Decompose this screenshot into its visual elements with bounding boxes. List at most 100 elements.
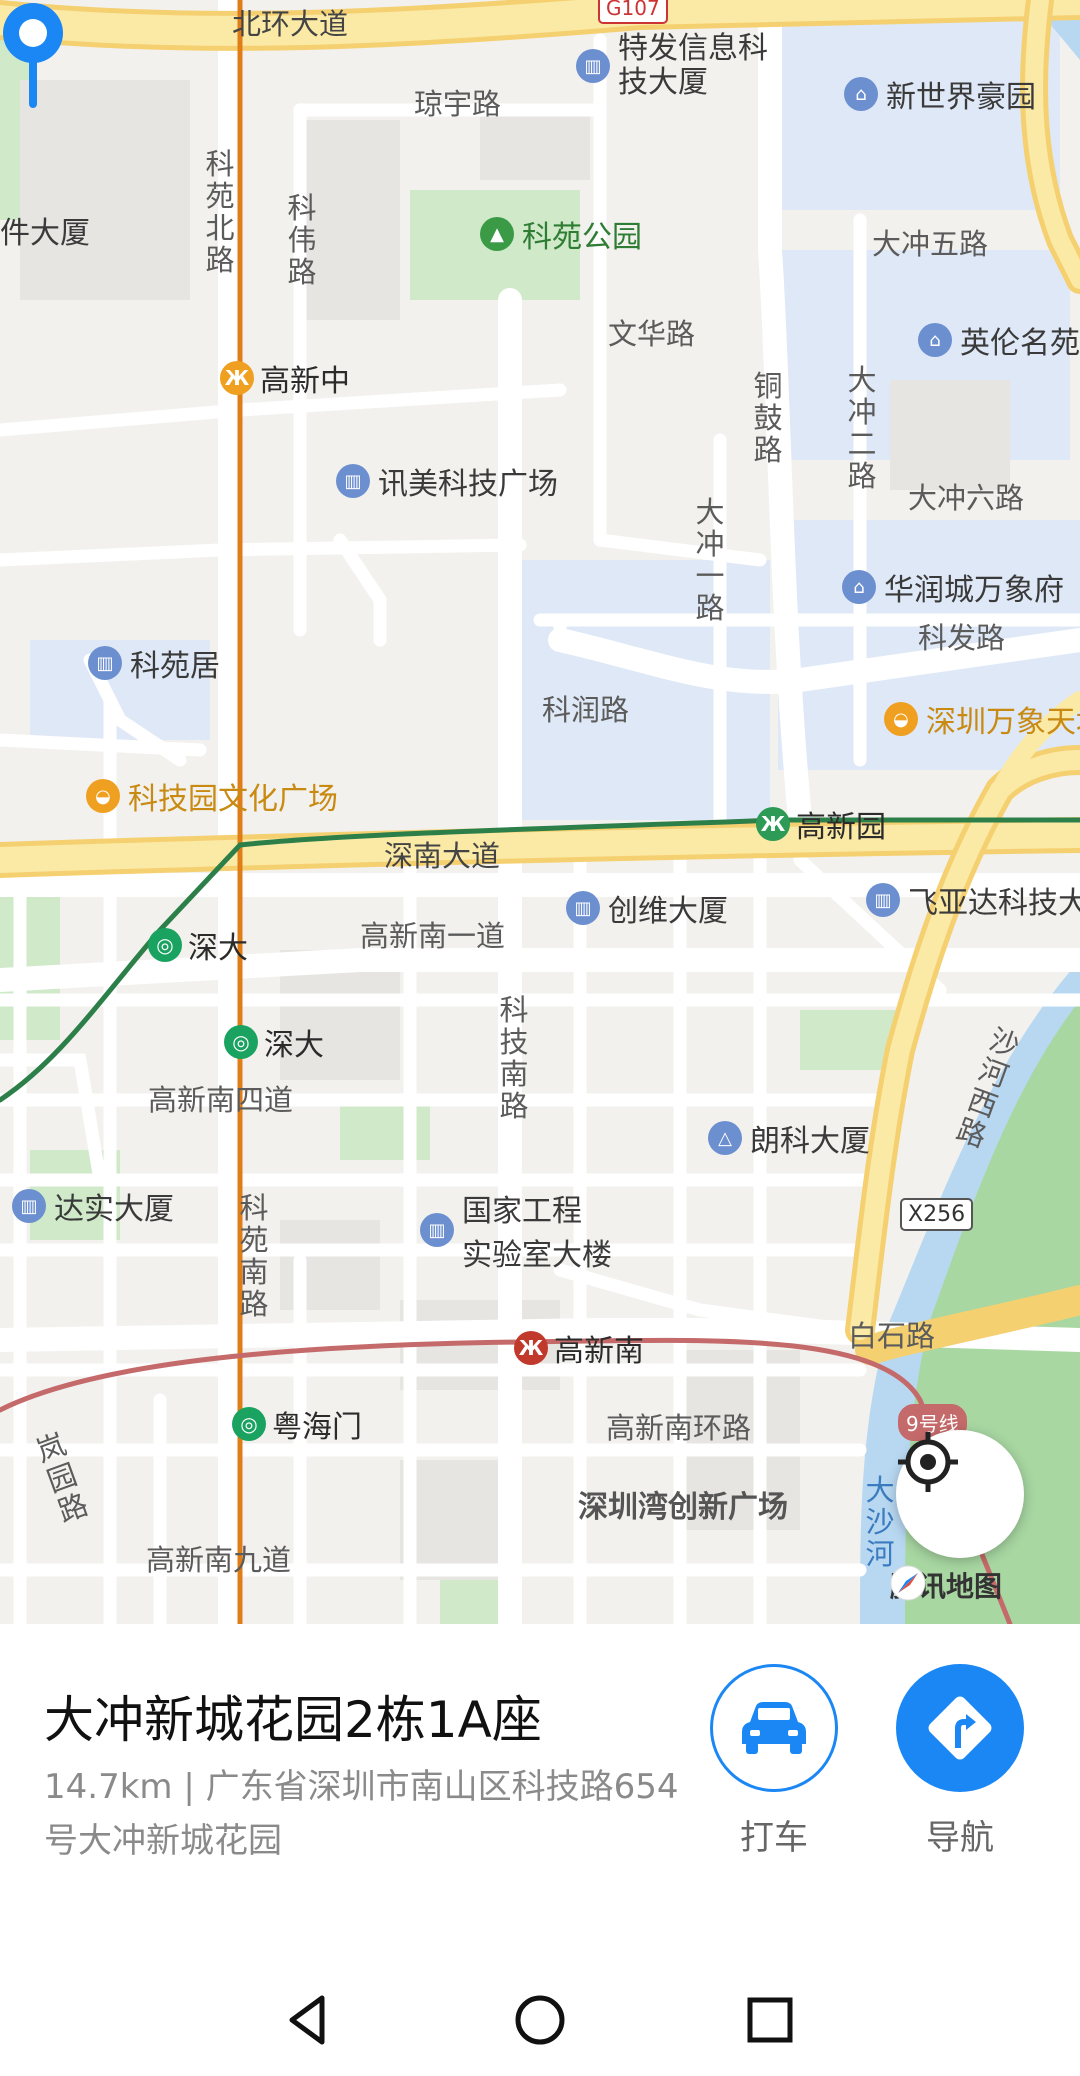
poi-feiyada[interactable]: ▥ 飞亚达科技大厦: [866, 878, 1080, 922]
poi-wanxiangtian-label: 深圳万象天地: [926, 705, 1080, 740]
metro-icon: Ж: [514, 1331, 548, 1365]
building-icon: ▥: [566, 891, 600, 925]
building-icon: ▥: [420, 1213, 454, 1247]
poi-huarun[interactable]: ⌂ 华润城万象府: [842, 565, 1064, 609]
metro-yuehaimen-label: 粤海门: [272, 1410, 362, 1445]
building-icon: ▥: [336, 464, 370, 498]
tencent-map-logo: 腾讯地图: [890, 1565, 1002, 1605]
navigate-button[interactable]: 导航: [892, 1664, 1028, 1859]
road-label-tonggu: 铜鼓路: [753, 369, 783, 467]
building-icon: ▥: [12, 1189, 46, 1223]
navigation-turn-icon: [928, 1696, 992, 1760]
shield-x256: X256: [900, 1198, 974, 1231]
road-label-gaoxin-nan-si: 高新南四道: [148, 1083, 294, 1117]
poi-yinglun[interactable]: ⌂ 英伦名苑: [918, 318, 1080, 362]
navigate-button-circle[interactable]: [896, 1664, 1024, 1792]
metro-interchange-icon: ◎: [148, 928, 182, 962]
recents-icon[interactable]: [738, 1988, 802, 2052]
place-title: 大冲新城花园2栋1A座: [44, 1691, 542, 1749]
home-circle-icon[interactable]: [508, 1988, 572, 2052]
metro-interchange-icon: ◎: [224, 1025, 258, 1059]
location-pin-icon[interactable]: [0, 0, 66, 110]
poi-yinglun-label: 英伦名苑: [960, 326, 1080, 361]
home-icon: ⌂: [842, 570, 876, 604]
road-label-baishi: 白石路: [848, 1319, 936, 1353]
navigate-label: 导航: [926, 1818, 994, 1858]
poi-wanchuang-label: 深圳湾创新广场: [578, 1490, 788, 1525]
metro-icon: Ж: [220, 361, 254, 395]
metro-gaoxinzhong-label: 高新中: [260, 364, 350, 399]
road-label-dachong-liu: 大冲六路: [908, 481, 1025, 515]
road-label-gaoxin-nan-jiu: 高新南九道: [146, 1543, 292, 1577]
metro-gaoxinnan-label: 高新南: [554, 1334, 644, 1369]
road-label-qiongyu: 琼宇路: [414, 87, 502, 121]
poi-tefa[interactable]: ▥ 特发信息科技大厦: [576, 32, 768, 100]
poi-wenhua-plaza-label: 科技园文化广场: [128, 782, 338, 817]
poi-keyuan-park-label: 科苑公园: [522, 220, 642, 255]
road-label-dashahe: 大沙河: [865, 1473, 895, 1571]
poi-wanchuang[interactable]: 深圳湾创新广场: [578, 1482, 788, 1526]
poi-langke-label: 朗科大厦: [750, 1124, 870, 1159]
poi-dashi-label: 达实大厦: [54, 1192, 174, 1227]
road-label-gaoxin-nan-huan: 高新南环路: [606, 1411, 752, 1445]
locate-button[interactable]: [896, 1430, 1024, 1558]
back-icon[interactable]: [278, 1988, 342, 2052]
metro-interchange-icon: ◎: [232, 1407, 266, 1441]
poi-keyuanju-label: 科苑居: [130, 649, 220, 684]
building-icon: ▥: [866, 883, 900, 917]
metro-gaoxinzhong[interactable]: Ж 高新中: [220, 356, 350, 400]
system-nav-bar: [0, 1964, 1080, 2076]
road-label-dachong-yi: 大冲一路: [695, 495, 725, 625]
road-label-dachong-er: 大冲二路: [847, 363, 877, 493]
triangle-building-icon: △: [708, 1121, 742, 1155]
poi-wenhua-plaza[interactable]: ◒ 科技园文化广场: [86, 774, 338, 818]
poi-guojia-label-1: 国家工程: [462, 1194, 582, 1229]
road-label-keyuan-nan: 科苑南路: [239, 1191, 269, 1321]
map-view[interactable]: 北环大道 G107 琼宇路 科苑北路 科伟路 文华路 铜鼓路 大冲二路 大冲五路…: [0, 0, 1080, 1624]
poi-jiandasha-label: 件大厦: [0, 216, 90, 251]
metro-gaoxinyuan[interactable]: Ж 高新园: [756, 802, 886, 846]
road-label-kerun: 科润路: [542, 693, 630, 727]
poi-xinshijie-label: 新世界豪园: [886, 80, 1036, 115]
home-icon: ⌂: [844, 77, 878, 111]
road-label-kefa: 科发路: [918, 621, 1006, 655]
building-icon: ▥: [88, 646, 122, 680]
road-label-wenhua: 文华路: [608, 317, 696, 351]
poi-feiyada-label: 飞亚达科技大厦: [908, 886, 1080, 921]
metro-shenda-1-label: 深大: [188, 931, 248, 966]
poi-guojia[interactable]: ▥ 国家工程 实验室大楼: [420, 1186, 612, 1274]
poi-tefa-label: 特发信息科技大厦: [618, 31, 768, 100]
poi-chuangwei-label: 创维大厦: [608, 894, 728, 929]
poi-jiandasha[interactable]: 件大厦: [0, 208, 90, 252]
poi-xinshijie[interactable]: ⌂ 新世界豪园: [844, 72, 1036, 116]
home-icon: ⌂: [918, 323, 952, 357]
taxi-button-circle[interactable]: [710, 1664, 838, 1792]
poi-keyuan-park[interactable]: ▲ 科苑公园: [480, 212, 642, 256]
road-label-keyuan-north: 科苑北路: [205, 147, 235, 277]
taxi-button[interactable]: 打车: [706, 1664, 842, 1859]
metro-gaoxinnan[interactable]: Ж 高新南: [514, 1326, 644, 1370]
shopping-icon: ◒: [86, 779, 120, 813]
metro-shenda-2-label: 深大: [264, 1028, 324, 1063]
poi-guojia-label-2: 实验室大楼: [462, 1238, 612, 1273]
place-info-card: 大冲新城花园2栋1A座 14.7km | 广东省深圳市南山区科技路654号大冲新…: [0, 1624, 1080, 1964]
car-icon: [742, 1702, 806, 1754]
poi-chuangwei[interactable]: ▥ 创维大厦: [566, 886, 728, 930]
poi-xunmei-label: 讯美科技广场: [378, 467, 558, 502]
taxi-label: 打车: [740, 1818, 808, 1858]
shopping-icon: ◒: [884, 702, 918, 736]
building-icon: ▥: [576, 49, 610, 83]
metro-shenda-1[interactable]: ◎ 深大: [148, 923, 248, 967]
metro-shenda-2[interactable]: ◎ 深大: [224, 1020, 324, 1064]
road-label-dachong-wu: 大冲五路: [872, 227, 989, 261]
metro-yuehaimen[interactable]: ◎ 粤海门: [232, 1402, 362, 1446]
poi-dashi[interactable]: ▥ 达实大厦: [12, 1184, 174, 1228]
poi-langke[interactable]: △ 朗科大厦: [708, 1116, 870, 1160]
poi-xunmei[interactable]: ▥ 讯美科技广场: [336, 459, 558, 503]
road-label-beihuan: 北环大道: [232, 7, 349, 41]
metro-gaoxinyuan-label: 高新园: [796, 810, 886, 845]
poi-keyuanju[interactable]: ▥ 科苑居: [88, 641, 220, 685]
poi-wanxiangtian[interactable]: ◒ 深圳万象天地: [884, 697, 1080, 741]
road-label-shennan: 深南大道: [384, 839, 501, 873]
compass-logo-icon: [890, 1565, 926, 1601]
